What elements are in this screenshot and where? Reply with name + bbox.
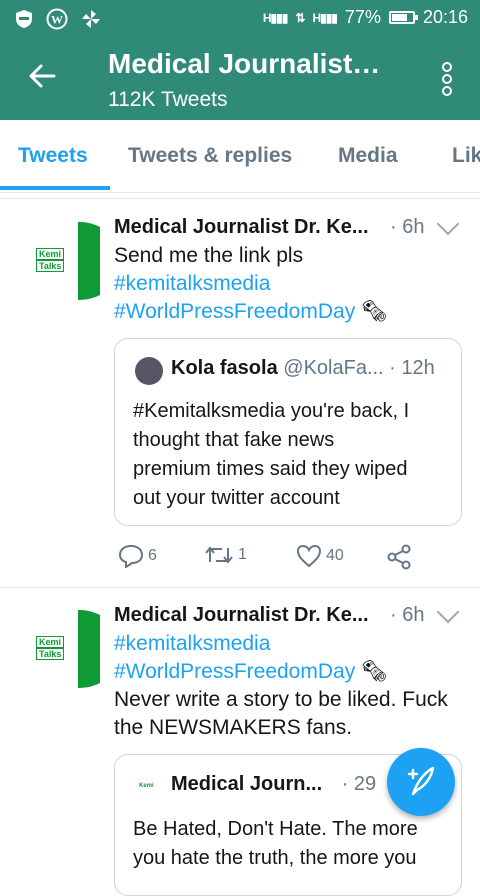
tweet-text: the NEWSMAKERS fans. — [114, 716, 353, 739]
tab-likes[interactable]: Lik — [452, 144, 480, 168]
tweet-time: · 6h — [390, 216, 425, 238]
kemi-talks-logo: Kemi Talks — [36, 636, 65, 660]
avatar[interactable]: Kemi Talks — [22, 610, 100, 688]
signal-icon: H▮▮▮ — [312, 10, 338, 25]
shield-icon — [16, 10, 32, 28]
kemi-talks-logo: Kemi Talks — [36, 248, 65, 272]
tweet-author[interactable]: Medical Journalist Dr. Ke... — [114, 216, 369, 239]
hashtag-link[interactable]: #kemitalksmedia — [114, 270, 270, 298]
wordpress-icon: W — [46, 8, 68, 30]
tweet-text: Never write a story to be liked. Fuck — [114, 688, 448, 711]
tweet-count: 112K Tweets — [108, 88, 228, 111]
data-arrows-icon: ⇅ — [295, 10, 305, 25]
quoted-text: Be Hated, Don't Hate. The more you hate … — [133, 818, 418, 869]
hashtag-line: #WorldPressFreedomDay 🗞 — [114, 658, 388, 686]
hashflag-icon: 🗞 — [361, 660, 388, 683]
chevron-down-icon[interactable] — [436, 600, 460, 624]
status-bar: W H▮▮▮ ⇅ H▮▮▮ 77% 20:16 — [0, 0, 480, 38]
signal-icon: H▮▮▮ — [262, 10, 289, 25]
more-options-icon[interactable] — [442, 62, 452, 96]
tab-tweets[interactable]: Tweets — [18, 144, 88, 168]
share-button[interactable] — [386, 544, 412, 570]
like-button[interactable]: 40 — [296, 544, 344, 568]
avatar[interactable]: Kemi Talks — [22, 222, 100, 300]
battery-icon — [388, 11, 418, 24]
tweet-text: Send me the link pls — [114, 244, 304, 267]
hashtag-link[interactable]: #kemitalksmedia — [114, 630, 270, 658]
back-arrow-icon[interactable] — [26, 60, 58, 92]
tweet-time: · 6h — [390, 604, 425, 626]
chevron-down-icon[interactable] — [436, 212, 460, 236]
app-bar: Medical Journalist… 112K Tweets — [0, 38, 480, 120]
avatar — [135, 357, 163, 385]
tab-media[interactable]: Media — [338, 144, 398, 168]
tweet-actions: 6 1 40 — [114, 544, 460, 572]
compose-feather-icon — [407, 766, 435, 796]
tweet-author[interactable]: Medical Journalist Dr. Ke... — [114, 604, 369, 627]
pinwheel-icon — [82, 10, 100, 28]
quoted-author: Kola fasola @KolaFa... · 12h — [171, 357, 435, 379]
active-tab-indicator — [0, 186, 110, 190]
hashtag-link[interactable]: #WorldPressFreedomDay — [114, 660, 355, 683]
quoted-tweet[interactable]: Kola fasola @KolaFa... · 12h #Kemitalksm… — [114, 338, 462, 526]
svg-text:W: W — [51, 13, 63, 27]
profile-tabs: Tweets Tweets & replies Media Lik — [0, 120, 480, 193]
quoted-text: #Kemitalksmedia you're back, I thought t… — [133, 400, 410, 509]
tab-tweets-and-replies[interactable]: Tweets & replies — [128, 144, 292, 168]
quoted-author: Medical Journ... · 29 — [171, 773, 377, 795]
retweet-icon — [205, 546, 233, 564]
clock: 20:16 — [422, 7, 468, 27]
hashtag-link[interactable]: #WorldPressFreedomDay — [114, 300, 355, 323]
hashtag-line: #WorldPressFreedomDay 🗞 — [114, 298, 388, 326]
battery-percent: 77% — [344, 7, 381, 27]
share-icon — [387, 544, 411, 570]
tweet[interactable]: Kemi Talks Medical Journalist Dr. Ke... ·… — [0, 200, 480, 586]
reply-icon — [118, 544, 144, 568]
profile-title: Medical Journalist… — [108, 48, 381, 79]
hashflag-icon: 🗞 — [361, 300, 388, 323]
heart-icon — [296, 544, 322, 568]
reply-button[interactable]: 6 — [118, 544, 157, 568]
divider — [0, 198, 480, 199]
compose-tweet-button[interactable] — [387, 748, 455, 816]
avatar: Kemi — [135, 773, 165, 803]
retweet-button[interactable]: 1 — [204, 544, 247, 566]
